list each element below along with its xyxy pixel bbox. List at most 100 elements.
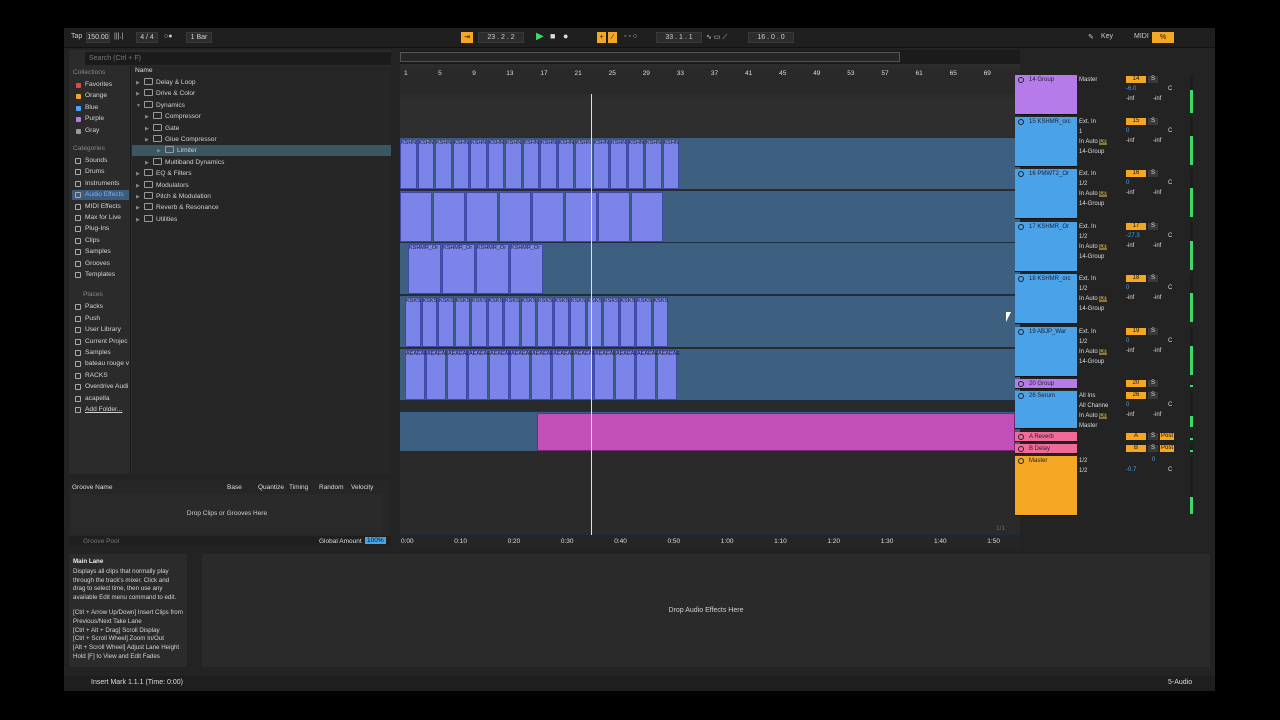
place-racks[interactable]: RACKS xyxy=(72,371,129,381)
audio-clip[interactable]: KSKS xyxy=(636,297,652,347)
track-fold-icon[interactable] xyxy=(1018,77,1024,83)
place-user-library[interactable]: User Library xyxy=(72,325,129,335)
audio-clip[interactable]: KSHN xyxy=(505,139,522,189)
browser-item-modulators[interactable]: ▶ Modulators xyxy=(136,180,189,191)
audio-clip[interactable]: KSHN xyxy=(400,139,417,189)
category-drums[interactable]: Drums xyxy=(72,167,129,177)
track-activator[interactable]: B xyxy=(1126,445,1146,452)
follow-button[interactable]: ⇥ xyxy=(461,32,473,43)
expand-triangle-icon[interactable]: ▶ xyxy=(136,89,144,100)
monitor-buttons[interactable]: In Auto Off xyxy=(1079,296,1124,302)
tap-button[interactable]: Tap xyxy=(71,33,82,40)
audio-clip[interactable]: KSHMR_Or xyxy=(510,244,543,294)
track-fold-icon[interactable] xyxy=(1018,276,1024,282)
place-samples[interactable]: Samples xyxy=(72,348,129,358)
global-amount-value[interactable]: 100% xyxy=(365,537,386,544)
audio-clip[interactable]: KSKS xyxy=(438,297,454,347)
output-route-select[interactable]: Master xyxy=(1079,77,1124,83)
audio-clip[interactable]: KSKS xyxy=(520,297,536,347)
send-b[interactable]: -inf xyxy=(1153,190,1213,196)
browser-item-compressor[interactable]: ▶ Compressor xyxy=(145,111,201,122)
input-channel-select[interactable]: 1/2 xyxy=(1079,286,1124,292)
audio-clip[interactable] xyxy=(598,192,630,242)
category-audio-effects[interactable]: Audio Effects xyxy=(72,190,129,201)
expand-triangle-icon[interactable]: ▶ xyxy=(136,169,144,180)
category-templates[interactable]: Templates xyxy=(72,270,129,280)
send-b[interactable]: -inf xyxy=(1153,138,1213,144)
audio-clip[interactable]: KSHN xyxy=(522,139,539,189)
pan-field[interactable]: C xyxy=(1168,128,1228,134)
output-route-select[interactable]: 14-Group xyxy=(1079,149,1124,155)
track-fold-icon[interactable] xyxy=(1018,393,1024,399)
collection-gray[interactable]: Gray xyxy=(72,126,129,136)
track-activator[interactable]: 15 xyxy=(1126,118,1146,125)
track-lane-10[interactable] xyxy=(400,464,1020,476)
beat-ruler[interactable]: 159131721252933374145495357616569Set xyxy=(400,68,1020,94)
monitor-auto[interactable]: Auto xyxy=(1085,349,1097,355)
category-clips[interactable]: Clips xyxy=(72,236,129,246)
audio-clip[interactable]: KSKS xyxy=(421,297,437,347)
input-type-select[interactable]: Ext. In xyxy=(1079,119,1124,125)
master-vol-field[interactable]: 0 xyxy=(1152,457,1212,463)
track-fold-icon[interactable] xyxy=(1018,171,1024,177)
audio-clip[interactable]: KSKS xyxy=(504,297,520,347)
audio-clip[interactable]: AEAEAE xyxy=(573,350,596,400)
audio-clip[interactable]: KSKS xyxy=(603,297,619,347)
audio-clip[interactable]: AEAEAE xyxy=(657,350,680,400)
solo-button[interactable]: S xyxy=(1148,392,1158,399)
audio-clip[interactable]: KSHN xyxy=(592,139,609,189)
solo-button[interactable]: S xyxy=(1148,328,1158,335)
track-lane-7[interactable] xyxy=(400,401,1020,411)
audio-clip[interactable]: KSKS xyxy=(454,297,470,347)
monitor-off[interactable]: Off xyxy=(1099,413,1108,419)
monitor-off[interactable]: Off xyxy=(1099,244,1108,250)
place-add-folder-[interactable]: Add Folder... xyxy=(72,405,129,415)
input-type-select[interactable]: Ext. In xyxy=(1079,171,1124,177)
play-icon[interactable]: ▶ xyxy=(536,31,544,42)
audio-clip[interactable]: AEAEAE xyxy=(510,350,533,400)
loop-start[interactable]: 33 . 1 . 1 xyxy=(656,32,702,43)
send-b[interactable]: -inf xyxy=(1153,243,1213,249)
browser-item-multiband-dynamics[interactable]: ▶ Multiband Dynamics xyxy=(145,157,224,168)
track-header[interactable]: 19 ABJP_War xyxy=(1015,327,1077,377)
audio-clip[interactable]: AEAEAE xyxy=(636,350,659,400)
audio-clip[interactable]: KSKS xyxy=(586,297,602,347)
track-fold-icon[interactable] xyxy=(1018,434,1024,440)
expand-triangle-icon[interactable]: ▶ xyxy=(145,158,153,169)
monitor-in[interactable]: In xyxy=(1079,191,1084,197)
post-button[interactable]: Post xyxy=(1160,445,1174,452)
audio-clip[interactable]: AEAEAE xyxy=(615,350,638,400)
audio-clip[interactable]: KSHMR_Or xyxy=(442,244,475,294)
track-lane-11[interactable] xyxy=(400,476,1020,535)
collection-purple[interactable]: Purple xyxy=(72,114,129,124)
arrangement-position[interactable]: 23 . 2 . 2 xyxy=(478,32,524,43)
send-b[interactable]: -inf xyxy=(1153,348,1213,354)
track-activator[interactable]: 16 xyxy=(1126,170,1146,177)
category-sounds[interactable]: Sounds xyxy=(72,156,129,166)
monitor-buttons[interactable]: In Auto Off xyxy=(1079,244,1124,250)
loop-icon[interactable]: ∿ ▭ ⟋ xyxy=(706,33,727,42)
track-activator[interactable]: 18 xyxy=(1126,275,1146,282)
key-map-button[interactable]: Key xyxy=(1101,33,1113,40)
track-fold-icon[interactable] xyxy=(1018,119,1024,125)
record-icon[interactable]: ● xyxy=(563,31,568,41)
input-type-select[interactable]: All Ins xyxy=(1079,393,1124,399)
track-lane-1[interactable] xyxy=(400,98,1020,138)
monitor-auto[interactable]: Auto xyxy=(1085,244,1097,250)
track-header[interactable]: 16 PMWT2_Or xyxy=(1015,169,1077,219)
solo-button[interactable]: S xyxy=(1148,223,1158,230)
browser-item-glue-compressor[interactable]: ▶ Glue Compressor xyxy=(145,134,217,145)
audio-clip[interactable] xyxy=(433,192,465,242)
audio-clip[interactable]: AEAEAE xyxy=(426,350,449,400)
audio-clip[interactable]: AEAEAE xyxy=(552,350,575,400)
audio-clip[interactable]: KSHN xyxy=(627,139,644,189)
input-type-select[interactable]: Ext. In xyxy=(1079,276,1124,282)
monitor-auto[interactable]: Auto xyxy=(1085,191,1097,197)
pan-field[interactable]: C xyxy=(1168,467,1228,473)
search-input[interactable]: Search (Ctrl + F) xyxy=(85,52,391,65)
solo-button[interactable]: S xyxy=(1148,76,1158,83)
place-acapella[interactable]: acapella xyxy=(72,394,129,404)
monitor-off[interactable]: Off xyxy=(1099,296,1108,302)
category-plug-ins[interactable]: Plug-Ins xyxy=(72,224,129,234)
audio-clip[interactable]: KSHN xyxy=(540,139,557,189)
